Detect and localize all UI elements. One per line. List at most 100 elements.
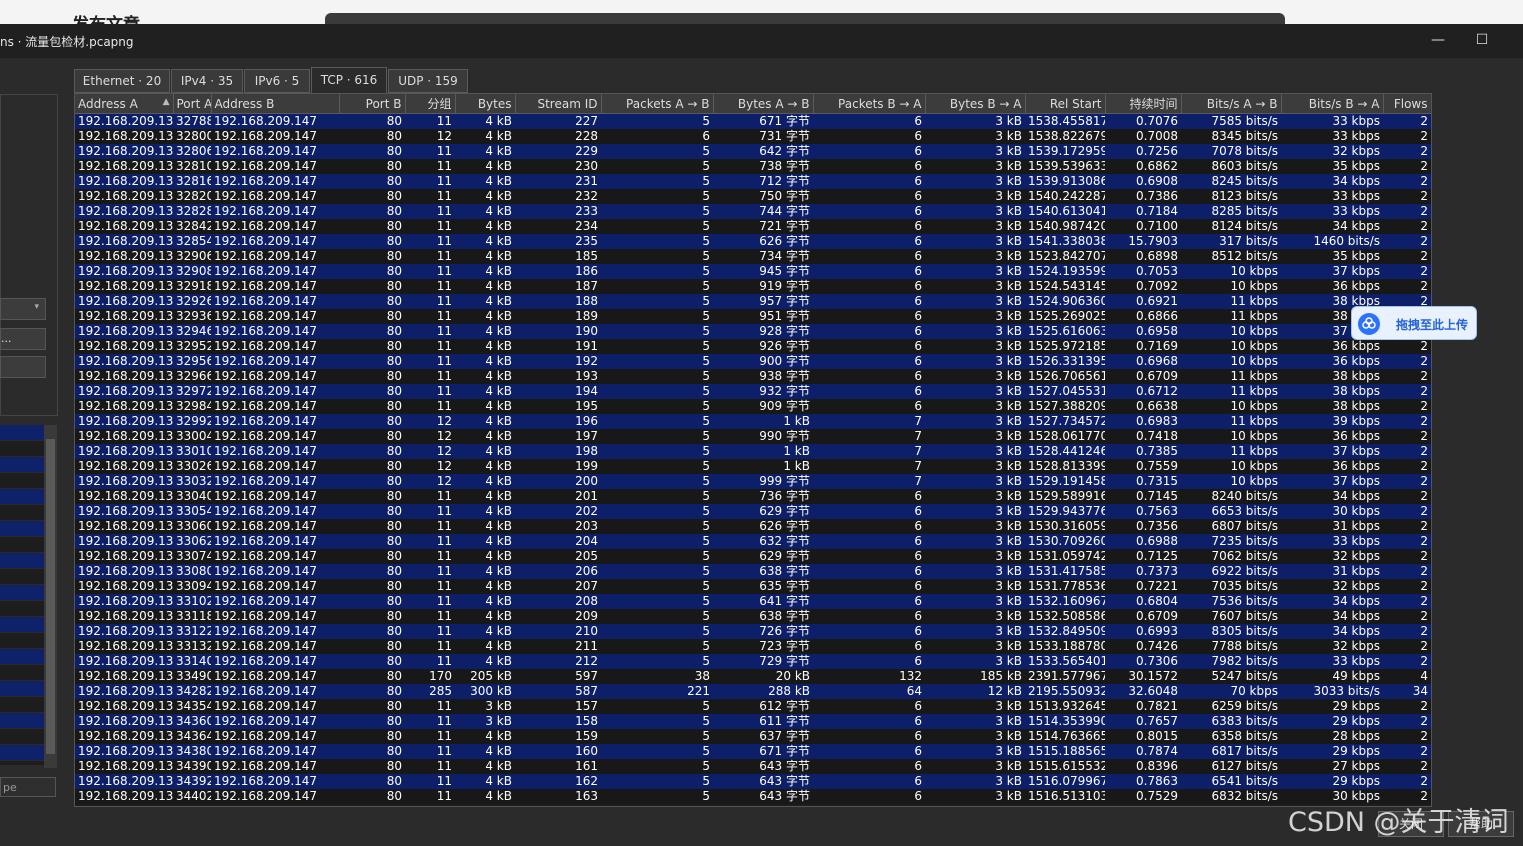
list-item[interactable]: [0, 569, 44, 585]
table-row[interactable]: 192.168.209.135 34354 192.168.209.147 80 11 3…: [75, 699, 1431, 714]
list-item[interactable]: [0, 441, 44, 457]
column-header[interactable]: Flows: [1383, 94, 1431, 114]
table-row[interactable]: 192.168.209.135 32952 192.168.209.147 80 11 4…: [75, 339, 1431, 354]
table-row[interactable]: 192.168.209.135 33032 192.168.209.147 80 12 4…: [75, 474, 1431, 489]
column-header[interactable]: 分组: [405, 94, 456, 114]
table-row[interactable]: 192.168.209.135 33074 192.168.209.147 80 11 4…: [75, 549, 1431, 564]
table-row[interactable]: 192.168.209.135 32842 192.168.209.147 80 11 4…: [75, 219, 1431, 234]
column-header[interactable]: Stream ID: [515, 94, 602, 114]
column-header[interactable]: Address B: [211, 94, 340, 114]
table-row[interactable]: 192.168.209.135 32788 192.168.209.147 80 11 4…: [75, 113, 1431, 129]
table-row[interactable]: 192.168.209.135 32972 192.168.209.147 80 11 4…: [75, 384, 1431, 399]
table-row[interactable]: 192.168.209.135 33140 192.168.209.147 80 11 4…: [75, 654, 1431, 669]
table-row[interactable]: 192.168.209.135 33054 192.168.209.147 80 11 4…: [75, 504, 1431, 519]
list-item[interactable]: [0, 633, 44, 649]
column-header[interactable]: Port A: [173, 94, 212, 114]
table-row[interactable]: 192.168.209.135 33132 192.168.209.147 80 11 4…: [75, 639, 1431, 654]
table-row[interactable]: 192.168.209.135 32936 192.168.209.147 80 11 4…: [75, 309, 1431, 324]
table-row[interactable]: 192.168.209.135 32992 192.168.209.147 80 12 4…: [75, 414, 1431, 429]
table-row[interactable]: 192.168.209.135 33010 192.168.209.147 80 12 4…: [75, 444, 1431, 459]
table-row[interactable]: 192.168.209.135 32816 192.168.209.147 80 11 4…: [75, 174, 1431, 189]
list-item[interactable]: [0, 489, 44, 505]
column-header[interactable]: Port B: [339, 94, 406, 114]
list-item[interactable]: [0, 457, 44, 473]
conversation-table[interactable]: Address A ▲ Port A Address B Port B 分组 Bytes St…: [74, 93, 1432, 807]
table-row[interactable]: 192.168.209.135 32918 192.168.209.147 80 11 4…: [75, 279, 1431, 294]
table-row[interactable]: 192.168.209.135 33060 192.168.209.147 80 11 4…: [75, 519, 1431, 534]
maximize-button[interactable]: ☐: [1462, 28, 1502, 52]
table-row[interactable]: 192.168.209.135 32800 192.168.209.147 80 12 4…: [75, 129, 1431, 144]
left-list[interactable]: [0, 425, 44, 765]
table-row[interactable]: 192.168.209.135 33490 192.168.209.147 80 170…: [75, 669, 1431, 684]
list-item[interactable]: [0, 617, 44, 633]
table-row[interactable]: 192.168.209.135 32926 192.168.209.147 80 11 4…: [75, 294, 1431, 309]
table-row[interactable]: 192.168.209.135 33102 192.168.209.147 80 11 4…: [75, 594, 1431, 609]
table-row[interactable]: 192.168.209.135 34282 192.168.209.147 80 285…: [75, 684, 1431, 699]
column-header[interactable]: 持续时间: [1105, 94, 1182, 114]
upload-dropzone[interactable]: 拖拽至此上传: [1351, 306, 1477, 340]
table-row[interactable]: 192.168.209.135 34360 192.168.209.147 80 11 3…: [75, 714, 1431, 729]
table-row[interactable]: 192.168.209.135 32806 192.168.209.147 80 11 4…: [75, 144, 1431, 159]
table-row[interactable]: 192.168.209.135 32810 192.168.209.147 80 11 4…: [75, 159, 1431, 174]
list-item[interactable]: [0, 505, 44, 521]
list-item[interactable]: [0, 585, 44, 601]
list-item[interactable]: [0, 473, 44, 489]
column-header[interactable]: Address A ▲: [75, 94, 174, 114]
table-row[interactable]: 192.168.209.135 32908 192.168.209.147 80 11 4…: [75, 264, 1431, 279]
column-header[interactable]: Bits/s B → A: [1281, 94, 1384, 114]
table-row[interactable]: 192.168.209.135 32828 192.168.209.147 80 11 4…: [75, 204, 1431, 219]
column-header[interactable]: Packets A → B: [601, 94, 714, 114]
table-row[interactable]: 192.168.209.135 32946 192.168.209.147 80 11 4…: [75, 324, 1431, 339]
table-row[interactable]: 192.168.209.135 32906 192.168.209.147 80 11 4…: [75, 249, 1431, 264]
column-header[interactable]: Rel Start: [1025, 94, 1106, 114]
table-row[interactable]: 192.168.209.135 33118 192.168.209.147 80 11 4…: [75, 609, 1431, 624]
table-row[interactable]: 192.168.209.135 34364 192.168.209.147 80 11 4…: [75, 729, 1431, 744]
table-cell: 64: [813, 684, 925, 699]
tab-ethernet[interactable]: Ethernet · 20: [74, 69, 170, 93]
list-item[interactable]: [0, 681, 44, 697]
left-field[interactable]: [0, 356, 46, 378]
list-item[interactable]: [0, 601, 44, 617]
list-item[interactable]: [0, 649, 44, 665]
table-row[interactable]: 192.168.209.135 33004 192.168.209.147 80 12 4…: [75, 429, 1431, 444]
list-item[interactable]: [0, 665, 44, 681]
list-item[interactable]: [0, 521, 44, 537]
table-row[interactable]: 192.168.209.135 34390 192.168.209.147 80 11 4…: [75, 759, 1431, 774]
table-row[interactable]: 192.168.209.135 34380 192.168.209.147 80 11 4…: [75, 744, 1431, 759]
column-header[interactable]: Bits/s A → B: [1181, 94, 1282, 114]
list-item[interactable]: [0, 697, 44, 713]
table-row[interactable]: 192.168.209.135 33040 192.168.209.147 80 11 4…: [75, 489, 1431, 504]
table-row[interactable]: 192.168.209.135 33026 192.168.209.147 80 12 4…: [75, 459, 1431, 474]
left-list-scrollbar[interactable]: [44, 425, 57, 768]
table-row[interactable]: 192.168.209.135 33080 192.168.209.147 80 11 4…: [75, 564, 1431, 579]
list-item[interactable]: [0, 553, 44, 569]
list-item[interactable]: [0, 713, 44, 729]
left-dropdown[interactable]: ▾: [0, 298, 46, 320]
table-row[interactable]: 192.168.209.135 32820 192.168.209.147 80 11 4…: [75, 189, 1431, 204]
minimize-button[interactable]: —: [1418, 28, 1458, 52]
tab-udp[interactable]: UDP · 159: [388, 69, 468, 93]
table-row[interactable]: 192.168.209.135 33122 192.168.209.147 80 11 4…: [75, 624, 1431, 639]
table-row[interactable]: 192.168.209.135 32984 192.168.209.147 80 11 4…: [75, 399, 1431, 414]
column-header[interactable]: Packets B → A: [813, 94, 926, 114]
list-item[interactable]: [0, 745, 44, 761]
table-row[interactable]: 192.168.209.135 32966 192.168.209.147 80 11 4…: [75, 369, 1431, 384]
tab-tcp[interactable]: TCP · 616: [311, 67, 387, 94]
table-row[interactable]: 192.168.209.135 32956 192.168.209.147 80 11 4…: [75, 354, 1431, 369]
list-item[interactable]: [0, 729, 44, 745]
column-header[interactable]: Bytes B → A: [925, 94, 1026, 114]
tab-ipv6[interactable]: IPv6 · 5: [244, 69, 310, 93]
list-item[interactable]: [0, 537, 44, 553]
tab-ipv4[interactable]: IPv4 · 35: [171, 69, 243, 93]
column-header[interactable]: Bytes A → B: [713, 94, 814, 114]
left-filter-input[interactable]: pe: [0, 777, 56, 797]
column-header[interactable]: Bytes: [455, 94, 516, 114]
table-row[interactable]: 192.168.209.135 32854 192.168.209.147 80 11 4…: [75, 234, 1431, 249]
table-row[interactable]: 192.168.209.135 34402 192.168.209.147 80 11 4…: [75, 789, 1431, 804]
table-row[interactable]: 192.168.209.135 33094 192.168.209.147 80 11 4…: [75, 579, 1431, 594]
list-item[interactable]: [0, 425, 44, 441]
table-row[interactable]: 192.168.209.135 33062 192.168.209.147 80 11 4…: [75, 534, 1431, 549]
left-button[interactable]: ...: [0, 328, 46, 350]
table-row[interactable]: 192.168.209.135 34392 192.168.209.147 80 11 4…: [75, 774, 1431, 789]
scrollbar-thumb[interactable]: [46, 439, 55, 754]
